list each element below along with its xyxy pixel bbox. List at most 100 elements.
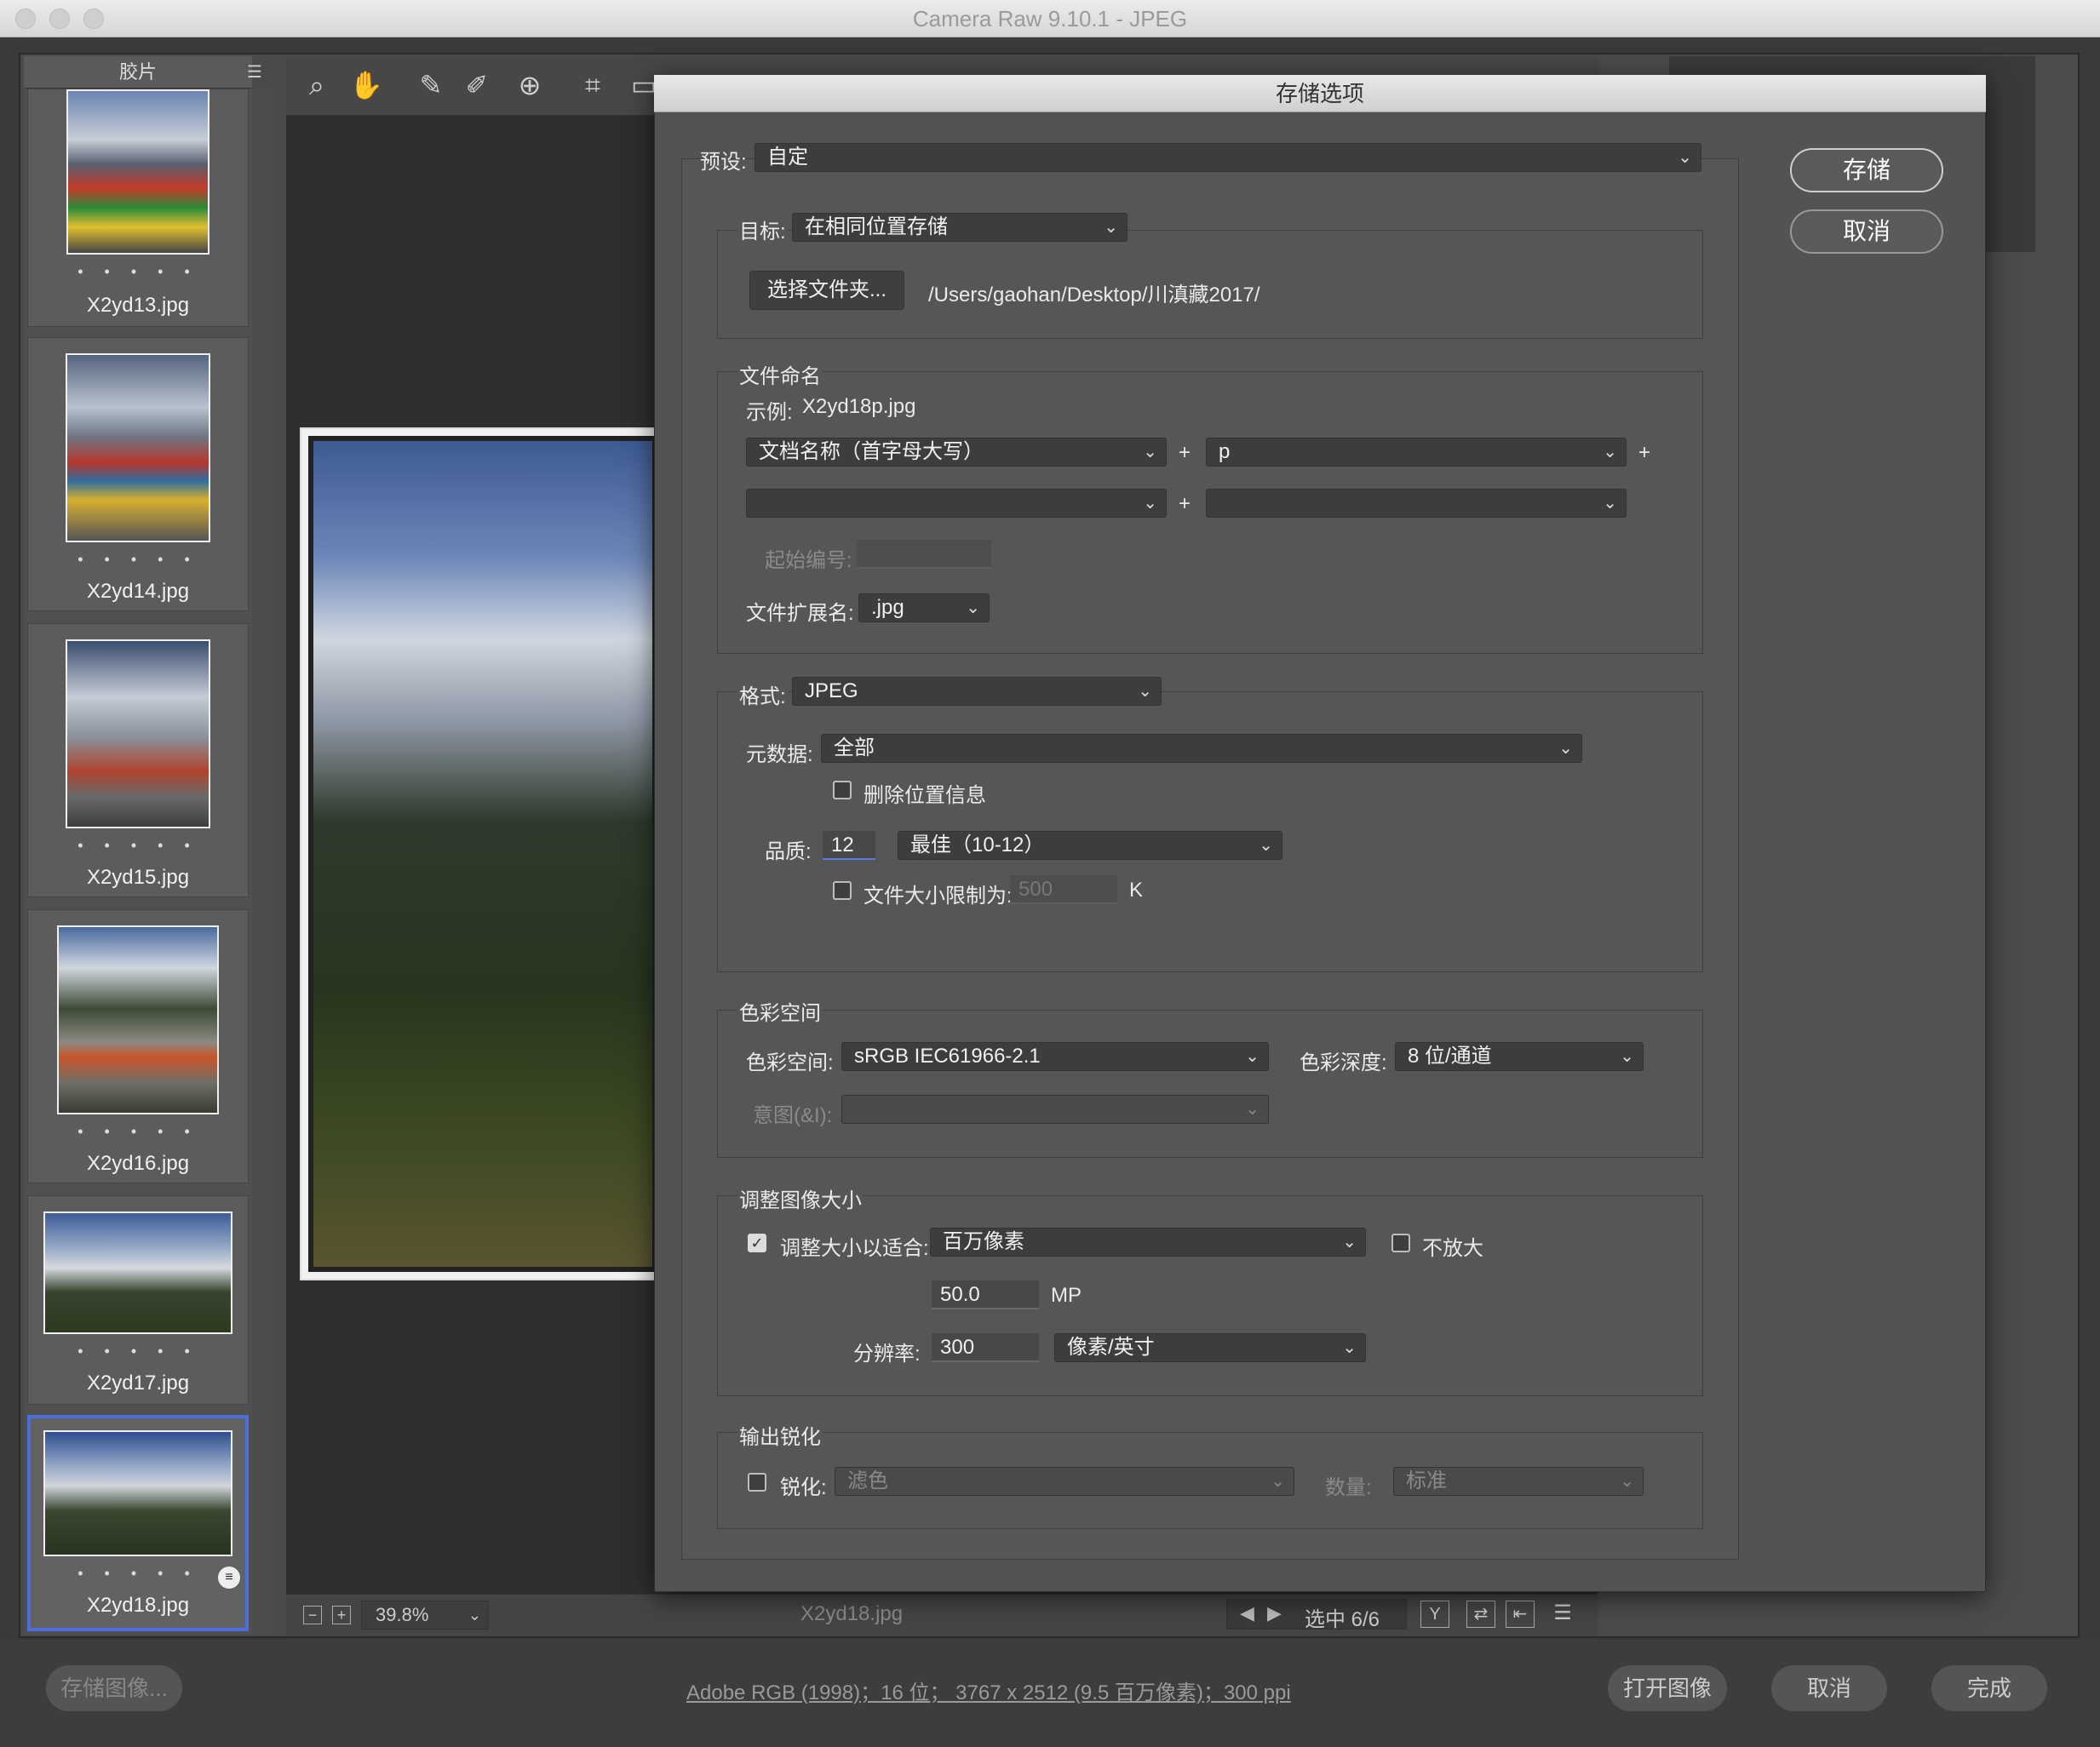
quality-preset-select[interactable]: 最佳（10-12） ⌄ <box>898 831 1282 860</box>
rating-stars[interactable]: • • • • • <box>31 1565 245 1583</box>
crop-tool-icon[interactable]: ⌗ <box>576 68 610 102</box>
metadata-label: 元数据: <box>746 743 813 766</box>
limit-size-input[interactable]: 500 <box>1010 875 1117 904</box>
filmstrip-scrollbar[interactable] <box>254 89 274 1633</box>
filmstrip-item[interactable]: • • • • • X2yd13.jpg <box>27 89 249 327</box>
hand-tool-icon[interactable]: ✋ <box>349 68 383 102</box>
thumbnail-filename: X2yd15.jpg <box>86 866 190 889</box>
resolution-input[interactable]: 300 <box>932 1333 1039 1362</box>
remove-location-checkbox[interactable] <box>833 781 852 799</box>
naming-field-2[interactable]: p ⌄ <box>1206 438 1627 467</box>
naming-field-1-value: 文档名称（首字母大写） <box>759 440 984 463</box>
extension-select[interactable]: .jpg ⌄ <box>858 593 990 622</box>
previous-image-icon[interactable]: ◀ <box>1240 1602 1254 1624</box>
thumbnail <box>66 353 210 542</box>
rating-stars[interactable]: • • • • • <box>28 551 248 569</box>
start-number-input[interactable] <box>857 540 991 569</box>
format-select[interactable]: JPEG ⌄ <box>792 677 1162 706</box>
zoom-tool-icon[interactable]: ⌕ <box>300 68 334 102</box>
thumbnail-filename: X2yd17.jpg <box>86 1372 190 1395</box>
chevron-down-icon: ⌄ <box>1143 443 1157 461</box>
zoom-level: 39.8% <box>376 1604 429 1625</box>
chevron-down-icon: ⌄ <box>966 599 980 617</box>
chevron-down-icon: ⌄ <box>1620 1472 1634 1491</box>
amount-label: 数量: <box>1325 1476 1372 1499</box>
resize-checkbox[interactable]: ✓ <box>748 1234 766 1252</box>
thumbnail <box>43 1430 232 1556</box>
quality-input[interactable]: 12 <box>823 831 875 860</box>
thumbnail <box>43 1211 232 1334</box>
thumbnail <box>66 639 210 828</box>
filmstrip-item[interactable]: • • • • • X2yd17.jpg <box>27 1195 249 1405</box>
naming-field-4[interactable]: ⌄ <box>1206 489 1627 518</box>
chevron-down-icon: ⌄ <box>1603 494 1617 513</box>
limit-size-checkbox[interactable] <box>833 881 852 900</box>
save-button[interactable]: 存储 <box>1790 148 1943 192</box>
workflow-options-link[interactable]: Adobe RGB (1998)；16 位； 3767 x 2512 (9.5 … <box>686 1675 1291 1705</box>
filmstrip-menu-icon[interactable]: ☰ <box>247 61 262 83</box>
sharpen-value: 滤色 <box>847 1469 888 1492</box>
color-depth-select[interactable]: 8 位/通道 ⌄ <box>1395 1042 1644 1071</box>
white-balance-tool-icon[interactable]: ✎ <box>414 68 448 102</box>
thumbnail-filename: X2yd18.jpg <box>86 1594 190 1617</box>
swap-settings-icon[interactable]: ⇄ <box>1466 1601 1495 1628</box>
preset-value: 自定 <box>767 146 808 169</box>
targeted-adjustment-tool-icon[interactable]: ⊕ <box>513 68 547 102</box>
done-button[interactable]: 完成 <box>1931 1665 2047 1711</box>
zoom-out-icon[interactable]: − <box>303 1606 322 1624</box>
destination-value: 在相同位置存储 <box>805 215 948 238</box>
next-image-icon[interactable]: ▶ <box>1267 1602 1282 1624</box>
sharpen-label: 锐化: <box>780 1476 827 1499</box>
thumbnail-filename: X2yd13.jpg <box>86 294 190 317</box>
preview-preferences-icon[interactable]: ☰ <box>1548 1601 1577 1628</box>
zoom-level-select[interactable]: 39.8% ⌄ <box>361 1601 489 1630</box>
rating-stars[interactable]: • • • • • <box>28 1123 248 1141</box>
metadata-select[interactable]: 全部 ⌄ <box>821 734 1582 763</box>
color-space-value: sRGB IEC61966-2.1 <box>854 1045 1041 1068</box>
zoom-in-icon[interactable]: + <box>332 1606 351 1624</box>
chevron-down-icon: ⌄ <box>468 1607 481 1624</box>
chevron-down-icon: ⌄ <box>1342 1338 1357 1357</box>
save-image-button[interactable]: 存储图像... <box>46 1665 182 1711</box>
color-space-select[interactable]: sRGB IEC61966-2.1 ⌄ <box>841 1042 1269 1071</box>
cancel-dialog-button[interactable]: 取消 <box>1790 209 1943 254</box>
rating-stars[interactable]: • • • • • <box>28 837 248 855</box>
amount-select[interactable]: 标准 ⌄ <box>1393 1467 1644 1496</box>
color-depth-label: 色彩深度: <box>1300 1051 1387 1074</box>
filmstrip-item-selected[interactable]: • • • • • ≡ X2yd18.jpg <box>27 1415 249 1631</box>
choose-folder-button[interactable]: 选择文件夹... <box>749 271 904 310</box>
filmstrip-item[interactable]: • • • • • X2yd15.jpg <box>27 623 249 897</box>
color-sampler-tool-icon[interactable]: ✐ <box>460 68 494 102</box>
intent-select[interactable]: ⌄ <box>841 1095 1269 1124</box>
cancel-button[interactable]: 取消 <box>1771 1665 1887 1711</box>
rating-stars[interactable]: • • • • • <box>28 263 248 281</box>
color-space-label: 色彩空间: <box>746 1051 834 1074</box>
destination-select[interactable]: 在相同位置存储 ⌄ <box>792 213 1127 242</box>
filmstrip-item[interactable]: • • • • • X2yd16.jpg <box>27 909 249 1183</box>
color-space-title: 色彩空间 <box>737 996 823 1026</box>
before-after-icon[interactable]: Y <box>1420 1601 1449 1628</box>
copy-settings-icon[interactable]: ⇤ <box>1506 1601 1535 1628</box>
sharpen-checkbox[interactable] <box>748 1473 766 1492</box>
intent-label: 意图(&I): <box>753 1104 833 1127</box>
no-enlarge-label: 不放大 <box>1422 1237 1483 1260</box>
rating-stars[interactable]: • • • • • <box>28 1343 248 1360</box>
extension-value: .jpg <box>871 596 904 619</box>
open-image-button[interactable]: 打开图像 <box>1608 1665 1727 1711</box>
preset-select[interactable]: 自定 ⌄ <box>755 143 1701 172</box>
naming-field-3[interactable]: ⌄ <box>746 489 1167 518</box>
chevron-down-icon: ⌄ <box>1259 836 1273 855</box>
color-depth-value: 8 位/通道 <box>1408 1045 1492 1068</box>
resolution-unit-select[interactable]: 像素/英寸 ⌄ <box>1054 1333 1366 1362</box>
no-enlarge-checkbox[interactable] <box>1391 1234 1410 1252</box>
resize-fit-select[interactable]: 百万像素 ⌄ <box>930 1228 1366 1257</box>
chevron-down-icon: ⌄ <box>1245 1047 1259 1066</box>
megapixels-input[interactable]: 50.0 <box>932 1280 1039 1309</box>
chevron-down-icon: ⌄ <box>1143 494 1157 513</box>
sharpen-select[interactable]: 滤色 ⌄ <box>835 1467 1294 1496</box>
resize-fit-value: 百万像素 <box>943 1230 1024 1253</box>
thumbnail <box>57 925 219 1114</box>
chevron-down-icon: ⌄ <box>1342 1233 1357 1252</box>
naming-field-1[interactable]: 文档名称（首字母大写） ⌄ <box>746 438 1167 467</box>
filmstrip-item[interactable]: • • • • • X2yd14.jpg <box>27 337 249 611</box>
